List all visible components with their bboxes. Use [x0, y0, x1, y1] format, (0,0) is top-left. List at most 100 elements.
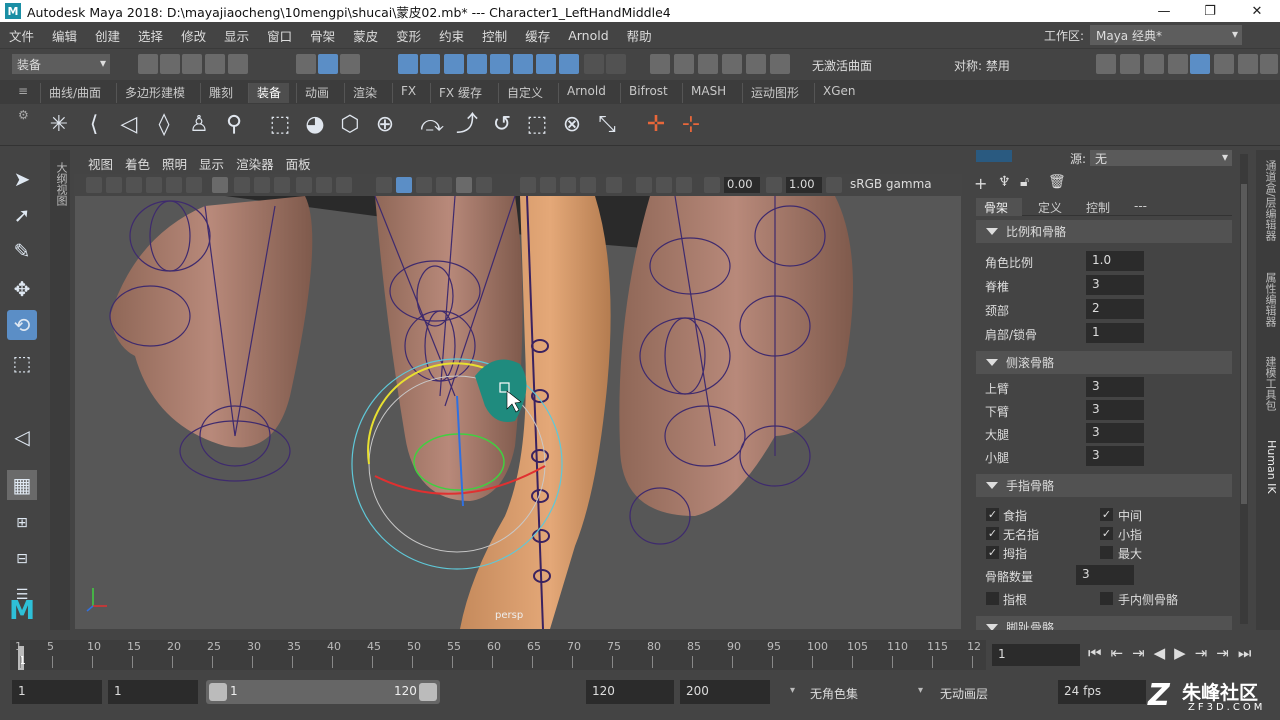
tool-settings-icon[interactable]	[1214, 54, 1234, 74]
tab-xgen[interactable]: XGen	[814, 83, 864, 103]
smooth-shade-icon[interactable]	[396, 177, 412, 193]
menu-windows[interactable]: 窗口	[258, 26, 301, 45]
quick-rig-icon[interactable]: ⚲	[218, 109, 250, 141]
magnet-point-icon[interactable]	[698, 54, 718, 74]
gamma-icon[interactable]	[766, 177, 782, 193]
tab-modeling-toolkit[interactable]: 建模工具包	[1258, 356, 1278, 411]
joint-tool-icon[interactable]: ✳	[43, 109, 75, 141]
current-frame-field[interactable]: 1	[992, 644, 1080, 666]
anim-layer-label[interactable]: 无动画层	[940, 685, 988, 702]
cluster-icon[interactable]: ⤼	[416, 109, 448, 141]
gamma-field[interactable]: 1.00	[786, 177, 822, 193]
help-icon[interactable]	[559, 54, 579, 74]
motion-blur-icon[interactable]	[560, 177, 576, 193]
2d-pan-icon[interactable]	[166, 177, 182, 193]
gate-mask-icon[interactable]	[274, 177, 290, 193]
four-view-icon[interactable]: ⊞	[7, 508, 37, 538]
sculpt-deformer-icon[interactable]: ⬚	[521, 109, 553, 141]
field-chart-icon[interactable]	[296, 177, 312, 193]
panel-scrollbar[interactable]	[1240, 154, 1248, 624]
menu-cache[interactable]: 缓存	[516, 26, 559, 45]
source-dropdown[interactable]: 无 ▾	[1090, 150, 1232, 166]
select-object-icon[interactable]	[318, 54, 338, 74]
tab-fx-caching[interactable]: FX 缓存	[430, 83, 490, 103]
paint-select-icon[interactable]: ✎	[7, 236, 37, 266]
wireframe-on-shaded-icon[interactable]	[436, 177, 452, 193]
redo-icon[interactable]	[228, 54, 248, 74]
tab-channel-box[interactable]: 通道盒/层编辑器	[1258, 160, 1278, 241]
vp-menu-shading[interactable]: 着色	[119, 154, 156, 173]
symmetry-label[interactable]: 对称: 禁用	[954, 57, 1010, 74]
thumb-checkbox[interactable]: ✓	[986, 546, 999, 559]
add-icon[interactable]: +	[974, 174, 987, 193]
maximize-button[interactable]: ❐	[1187, 0, 1233, 22]
fps-dropdown[interactable]: 24 fps	[1058, 680, 1146, 704]
bookmark-icon[interactable]	[126, 177, 142, 193]
tab-fx[interactable]: FX	[392, 83, 424, 103]
skeleton-icon[interactable]: ♆	[998, 174, 1011, 190]
menu-create[interactable]: 创建	[86, 26, 129, 45]
menu-deform[interactable]: 变形	[387, 26, 430, 45]
section-roll-header[interactable]: 侧滚骨骼	[976, 351, 1232, 374]
range-end-handle[interactable]	[419, 683, 437, 701]
character-scale-field[interactable]: 1.0	[1086, 251, 1144, 271]
menu-help[interactable]: 帮助	[618, 26, 661, 45]
render-icon[interactable]	[536, 54, 556, 74]
lasso-tool-icon[interactable]: ➚	[7, 200, 37, 230]
select-hierarchy-icon[interactable]	[296, 54, 316, 74]
tab-definition[interactable]: 定义	[1030, 199, 1070, 216]
select-component-icon[interactable]	[340, 54, 360, 74]
magnet-view-icon[interactable]	[746, 54, 766, 74]
xray-components-icon[interactable]	[676, 177, 692, 193]
spine-field[interactable]: 3	[1086, 275, 1144, 295]
blend-shape-icon[interactable]: ⤴	[451, 109, 483, 141]
image-plane-icon[interactable]	[146, 177, 162, 193]
middle-finger-checkbox[interactable]: ✓	[1100, 508, 1113, 521]
render-view-icon[interactable]	[1096, 54, 1116, 74]
point-constraint-icon[interactable]: ⊹	[675, 109, 707, 141]
playback-end-field[interactable]: 120	[586, 680, 674, 704]
tab-poly-modeling[interactable]: 多边形建模	[116, 83, 193, 103]
default-lighting-icon[interactable]	[416, 177, 432, 193]
soft-mod-icon[interactable]: ⊗	[556, 109, 588, 141]
upper-arm-field[interactable]: 3	[1086, 377, 1144, 397]
chevron-down-icon[interactable]: ▾	[790, 685, 795, 696]
ring-finger-checkbox[interactable]: ✓	[986, 527, 999, 540]
vp-menu-panels[interactable]: 面板	[280, 154, 317, 173]
tab-motion-graphics[interactable]: 运动图形	[742, 83, 807, 103]
extra-finger-checkbox[interactable]	[1100, 546, 1113, 559]
tab-mash[interactable]: MASH	[682, 83, 734, 103]
isolate-select-icon[interactable]	[606, 177, 622, 193]
ambient-occlusion-icon[interactable]	[540, 177, 556, 193]
open-scene-icon[interactable]	[160, 54, 180, 74]
exposure-field[interactable]: 0.00	[724, 177, 760, 193]
bind-skin-icon[interactable]: ⬚	[264, 109, 296, 141]
render-frame-icon[interactable]	[1120, 54, 1140, 74]
rotate-tool-icon[interactable]: ⟲	[7, 310, 37, 340]
lock-icon[interactable]: 🔓︎	[1020, 174, 1029, 190]
menu-constrain[interactable]: 约束	[430, 26, 473, 45]
menu-file[interactable]: 文件	[0, 26, 43, 45]
joint-count-field[interactable]: 3	[1076, 565, 1134, 585]
close-button[interactable]: ✕	[1234, 0, 1280, 22]
xray-icon[interactable]	[636, 177, 652, 193]
scale-tool-icon[interactable]: ⬚	[7, 348, 37, 378]
menu-skeleton[interactable]: 骨架	[301, 26, 344, 45]
animation-start-field[interactable]: 1	[12, 680, 102, 704]
menu-modify[interactable]: 修改	[172, 26, 215, 45]
vp-menu-lighting[interactable]: 照明	[156, 154, 193, 173]
human-ik-icon[interactable]: ♙	[183, 109, 215, 141]
forearm-field[interactable]: 3	[1086, 400, 1144, 420]
camera-attr-icon[interactable]	[106, 177, 122, 193]
exposure-icon[interactable]	[704, 177, 720, 193]
grease-pencil-icon[interactable]	[186, 177, 202, 193]
character-set-label[interactable]: 无角色集	[810, 685, 858, 702]
outliner-tab-label[interactable]: 大纲视图	[53, 162, 69, 206]
tab-rigging[interactable]: 装备	[248, 83, 290, 103]
magnet-icon[interactable]	[650, 54, 670, 74]
move-tool-icon[interactable]: ✥	[7, 274, 37, 304]
vp-menu-renderer[interactable]: 渲染器	[230, 154, 280, 173]
thigh-field[interactable]: 3	[1086, 423, 1144, 443]
tab-custom[interactable]: 自定义	[498, 83, 551, 103]
single-view-icon[interactable]: ▦	[7, 470, 37, 500]
